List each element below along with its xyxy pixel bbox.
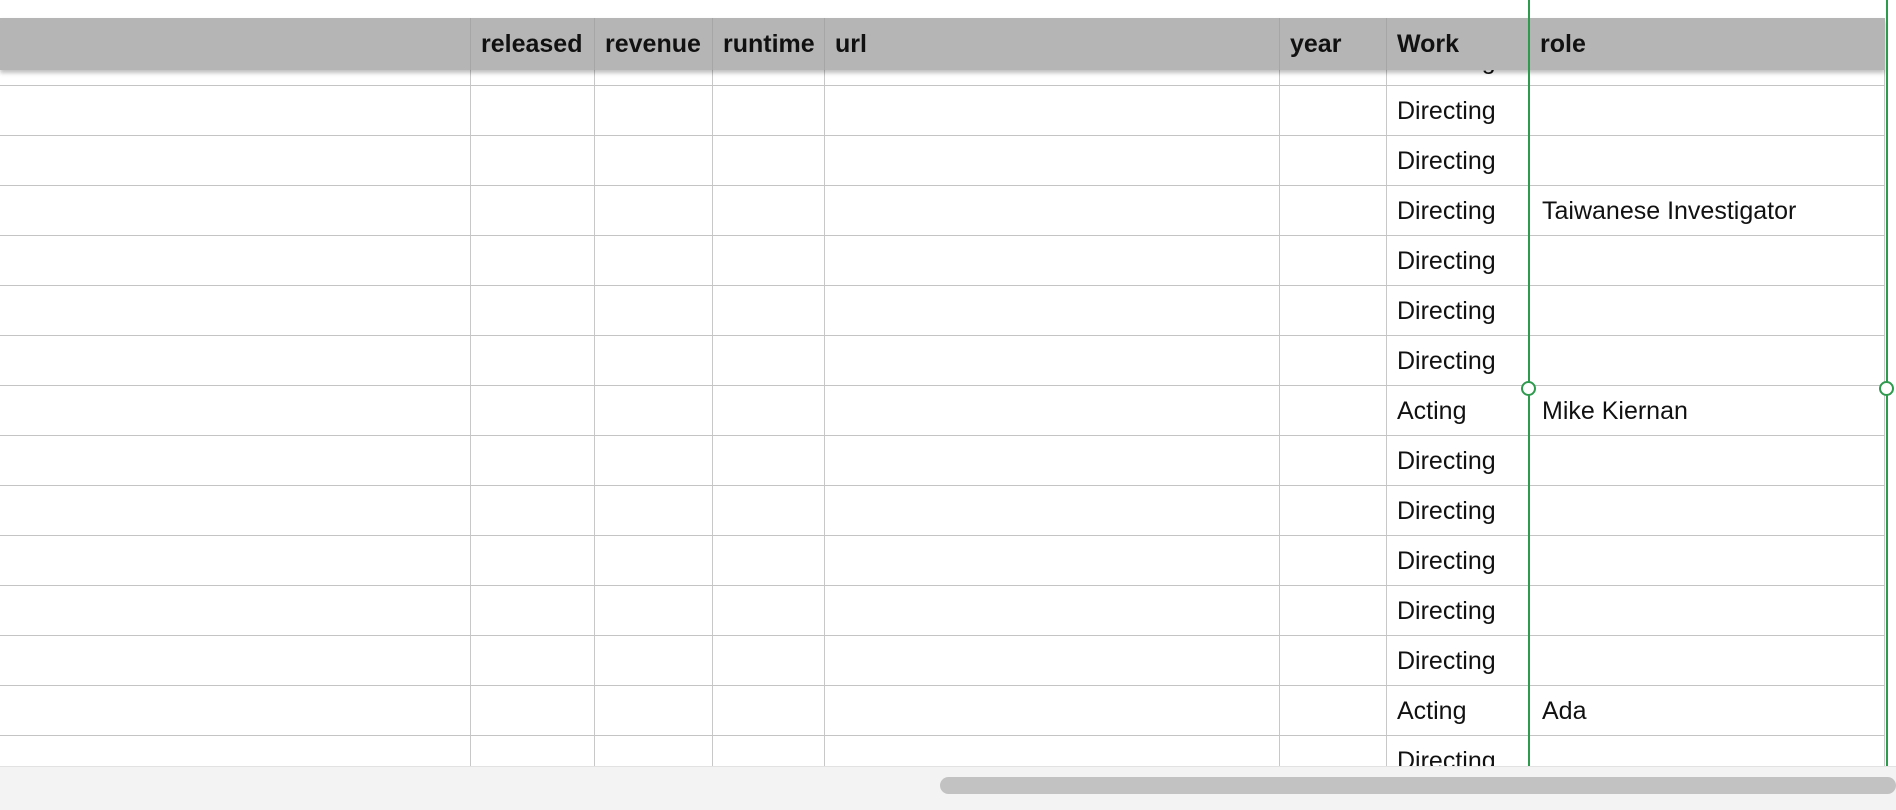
work-cell[interactable]: Directing	[1387, 186, 1529, 236]
table-row[interactable]: Directing	[0, 236, 1885, 286]
horizontal-scrollbar[interactable]	[0, 766, 1896, 810]
column-header-year[interactable]: year	[1279, 18, 1386, 70]
horizontal-scrollbar-thumb[interactable]	[940, 777, 1896, 794]
column-header-runtime[interactable]: runtime	[712, 18, 824, 70]
column-header-role[interactable]: role	[1529, 18, 1885, 70]
table-row[interactable]: Directing	[0, 486, 1885, 536]
spreadsheet: Directing Directing Directing Directing …	[0, 0, 1896, 810]
role-cell[interactable]	[1532, 286, 1885, 336]
work-cell[interactable]: Acting	[1387, 386, 1529, 436]
column-header-released[interactable]: released	[470, 18, 594, 70]
role-cell[interactable]: Taiwanese Investigator	[1532, 186, 1885, 236]
column-header-blank[interactable]	[0, 18, 470, 70]
table-row[interactable]: Acting Mike Kiernan	[0, 386, 1885, 436]
role-cell[interactable]	[1532, 486, 1885, 536]
work-cell[interactable]: Directing	[1387, 536, 1529, 586]
role-cell[interactable]	[1532, 236, 1885, 286]
table-row[interactable]: Acting Ada	[0, 686, 1885, 736]
table-row[interactable]: Directing	[0, 136, 1885, 186]
table-row[interactable]: Directing	[0, 436, 1885, 486]
work-cell[interactable]: Directing	[1387, 586, 1529, 636]
table-row[interactable]: Directing	[0, 536, 1885, 586]
column-header-revenue[interactable]: revenue	[594, 18, 712, 70]
table-row[interactable]: Directing	[0, 336, 1885, 386]
table-row[interactable]: Directing	[0, 86, 1885, 136]
role-cell[interactable]	[1532, 136, 1885, 186]
selection-resize-handle-right[interactable]	[1879, 381, 1894, 396]
column-header-work[interactable]: Work	[1386, 18, 1529, 70]
work-cell[interactable]: Acting	[1387, 686, 1529, 736]
work-cell[interactable]: Directing	[1387, 286, 1529, 336]
table-row[interactable]: Directing	[0, 586, 1885, 636]
work-cell[interactable]: Directing	[1387, 636, 1529, 686]
table-row[interactable]: Directing	[0, 286, 1885, 336]
work-cell[interactable]: Directing	[1387, 136, 1529, 186]
role-cell[interactable]	[1532, 436, 1885, 486]
role-cell[interactable]	[1532, 586, 1885, 636]
role-cell[interactable]	[1532, 636, 1885, 686]
work-cell[interactable]: Directing	[1387, 236, 1529, 286]
role-cell[interactable]: Ada	[1532, 686, 1885, 736]
role-cell[interactable]	[1532, 336, 1885, 386]
table-row[interactable]: Directing Taiwanese Investigator	[0, 186, 1885, 236]
work-cell[interactable]: Directing	[1387, 436, 1529, 486]
work-cell[interactable]: Directing	[1387, 86, 1529, 136]
work-cell[interactable]: Directing	[1387, 336, 1529, 386]
selection-resize-handle-left[interactable]	[1521, 381, 1536, 396]
column-header-row: released revenue runtime url year Work r…	[0, 18, 1885, 70]
column-header-url[interactable]: url	[824, 18, 1279, 70]
role-cell[interactable]	[1532, 536, 1885, 586]
work-cell[interactable]: Directing	[1387, 486, 1529, 536]
table-row[interactable]: Directing	[0, 636, 1885, 686]
role-cell[interactable]	[1532, 86, 1885, 136]
role-cell[interactable]: Mike Kiernan	[1532, 386, 1885, 436]
